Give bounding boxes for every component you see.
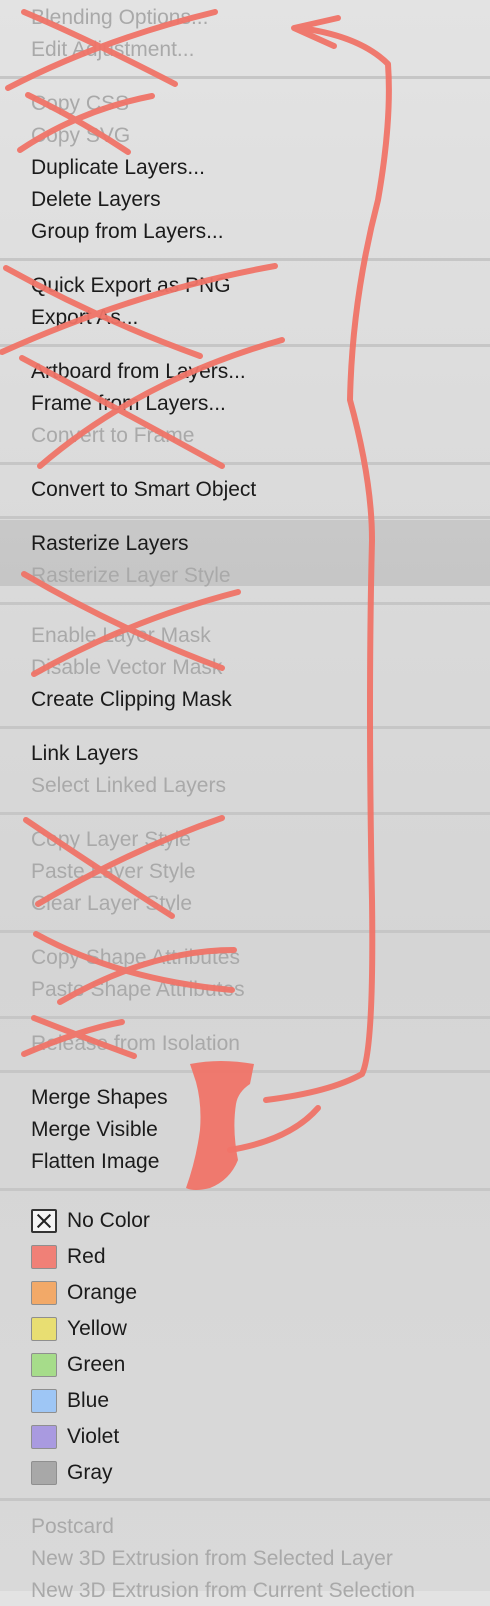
menu-item-rasterize-layer-style[interactable]: Rasterize Layer Style bbox=[31, 561, 231, 591]
menu-item-disable-vector-mask[interactable]: Disable Vector Mask bbox=[31, 653, 222, 683]
menu-item-duplicate-layers[interactable]: Duplicate Layers... bbox=[31, 153, 205, 183]
separator bbox=[0, 344, 490, 347]
blue-swatch-icon bbox=[31, 1389, 57, 1413]
menu-item-new-3d-extrusion-current-selection[interactable]: New 3D Extrusion from Current Selection bbox=[31, 1576, 415, 1606]
menu-item-flatten-image[interactable]: Flatten Image bbox=[31, 1147, 159, 1177]
orange-swatch-icon bbox=[31, 1281, 57, 1305]
menu-item-clear-layer-style[interactable]: Clear Layer Style bbox=[31, 889, 192, 919]
menu-item-blending-options[interactable]: Blending Options... bbox=[31, 3, 208, 33]
separator bbox=[0, 76, 490, 79]
no-color-swatch-icon bbox=[31, 1209, 57, 1233]
menu-item-quick-export-png[interactable]: Quick Export as PNG bbox=[31, 271, 231, 301]
color-label: Orange bbox=[67, 1281, 138, 1304]
color-item-red[interactable]: Red bbox=[31, 1242, 106, 1272]
menu-item-select-linked-layers[interactable]: Select Linked Layers bbox=[31, 771, 226, 801]
menu-item-rasterize-layers[interactable]: Rasterize Layers bbox=[31, 529, 189, 559]
menu-item-group-from-layers[interactable]: Group from Layers... bbox=[31, 217, 224, 247]
color-label: Red bbox=[67, 1245, 106, 1268]
color-item-orange[interactable]: Orange bbox=[31, 1278, 137, 1308]
color-item-green[interactable]: Green bbox=[31, 1350, 125, 1380]
red-swatch-icon bbox=[31, 1245, 57, 1269]
menu-item-merge-visible[interactable]: Merge Visible bbox=[31, 1115, 158, 1145]
context-menu: Blending Options... Edit Adjustment... C… bbox=[0, 0, 490, 1602]
color-label: Blue bbox=[67, 1389, 110, 1412]
menu-item-enable-layer-mask[interactable]: Enable Layer Mask bbox=[31, 621, 211, 651]
menu-item-copy-svg[interactable]: Copy SVG bbox=[31, 121, 130, 151]
separator bbox=[0, 602, 490, 605]
gray-swatch-icon bbox=[31, 1461, 57, 1485]
menu-item-artboard-from-layers[interactable]: Artboard from Layers... bbox=[31, 357, 246, 387]
menu-item-new-3d-extrusion-selected-layer[interactable]: New 3D Extrusion from Selected Layer bbox=[31, 1544, 393, 1574]
color-label: No Color bbox=[67, 1209, 150, 1232]
separator bbox=[0, 462, 490, 465]
separator bbox=[0, 258, 490, 261]
separator bbox=[0, 1498, 490, 1501]
separator bbox=[0, 1016, 490, 1019]
menu-item-postcard[interactable]: Postcard bbox=[31, 1512, 114, 1542]
separator bbox=[0, 726, 490, 729]
menu-item-edit-adjustment[interactable]: Edit Adjustment... bbox=[31, 35, 194, 65]
color-label: Violet bbox=[67, 1425, 120, 1448]
color-label: Gray bbox=[67, 1461, 113, 1484]
color-item-no-color[interactable]: No Color bbox=[31, 1206, 150, 1236]
separator bbox=[0, 1188, 490, 1191]
separator bbox=[0, 1070, 490, 1073]
green-swatch-icon bbox=[31, 1353, 57, 1377]
color-item-violet[interactable]: Violet bbox=[31, 1422, 119, 1452]
menu-item-convert-to-smart-object[interactable]: Convert to Smart Object bbox=[31, 475, 256, 505]
menu-item-paste-layer-style[interactable]: Paste Layer Style bbox=[31, 857, 196, 887]
menu-item-link-layers[interactable]: Link Layers bbox=[31, 739, 138, 769]
color-item-yellow[interactable]: Yellow bbox=[31, 1314, 127, 1344]
menu-item-create-clipping-mask[interactable]: Create Clipping Mask bbox=[31, 685, 232, 715]
color-label: Yellow bbox=[67, 1317, 127, 1340]
yellow-swatch-icon bbox=[31, 1317, 57, 1341]
separator bbox=[0, 930, 490, 933]
menu-item-copy-shape-attributes[interactable]: Copy Shape Attributes bbox=[31, 943, 240, 973]
color-item-blue[interactable]: Blue bbox=[31, 1386, 109, 1416]
menu-item-paste-shape-attributes[interactable]: Paste Shape Attributes bbox=[31, 975, 245, 1005]
menu-item-export-as[interactable]: Export As... bbox=[31, 303, 138, 333]
menu-item-copy-css[interactable]: Copy CSS bbox=[31, 89, 129, 119]
menu-item-delete-layers[interactable]: Delete Layers bbox=[31, 185, 161, 215]
menu-item-frame-from-layers[interactable]: Frame from Layers... bbox=[31, 389, 226, 419]
violet-swatch-icon bbox=[31, 1425, 57, 1449]
separator bbox=[0, 516, 490, 519]
menu-item-convert-to-frame[interactable]: Convert to Frame bbox=[31, 421, 194, 451]
menu-item-merge-shapes[interactable]: Merge Shapes bbox=[31, 1083, 168, 1113]
color-label: Green bbox=[67, 1353, 126, 1376]
color-item-gray[interactable]: Gray bbox=[31, 1458, 113, 1488]
menu-item-copy-layer-style[interactable]: Copy Layer Style bbox=[31, 825, 191, 855]
separator bbox=[0, 812, 490, 815]
menu-item-release-from-isolation[interactable]: Release from Isolation bbox=[31, 1029, 240, 1059]
